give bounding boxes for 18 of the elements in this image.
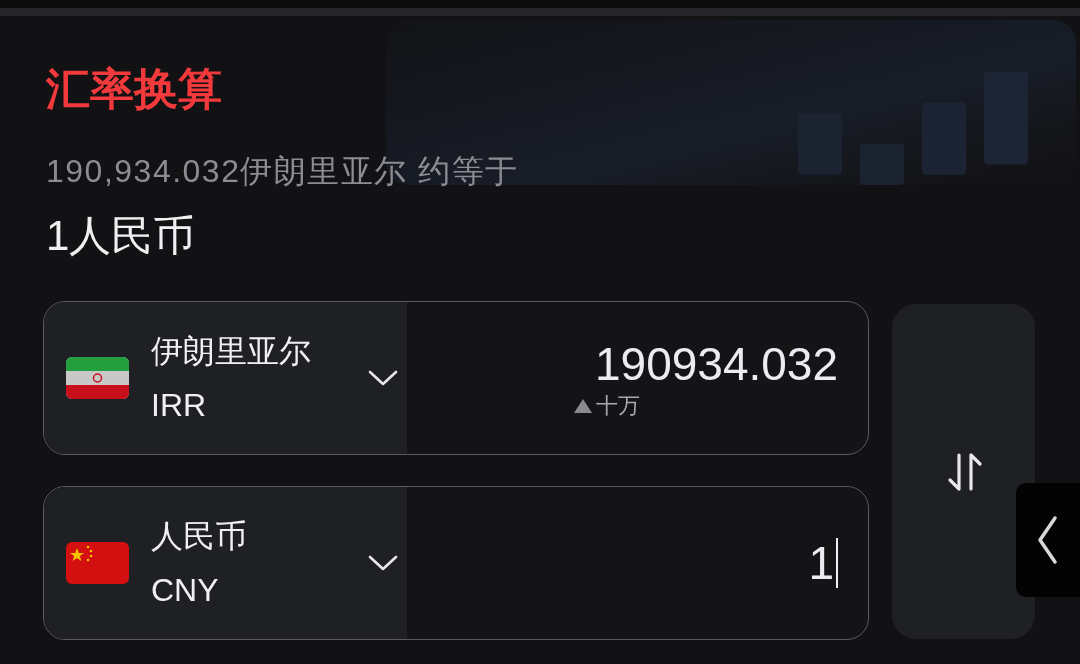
triangle-up-icon xyxy=(573,398,593,414)
currency-selector[interactable]: 伊朗里亚尔 IRR xyxy=(44,302,407,454)
page-title: 汇率换算 xyxy=(46,63,223,115)
chevron-down-icon xyxy=(368,369,398,387)
conversion-summary: 190,934.032伊朗里亚尔 约等于 xyxy=(46,152,520,191)
chevron-down-icon xyxy=(368,554,398,572)
side-panel-tab[interactable] xyxy=(1016,483,1080,597)
amount-field[interactable]: 190934.032 十万 xyxy=(407,302,868,454)
flag-icon xyxy=(66,357,129,399)
flag-icon xyxy=(66,542,129,584)
amount-value: 190934.032 xyxy=(594,337,838,392)
text-cursor xyxy=(836,538,838,588)
amount-field[interactable]: 1 xyxy=(407,487,868,639)
magnitude-hint: 十万 xyxy=(596,392,640,420)
conversion-result: 1人民币 xyxy=(46,211,197,261)
currency-selector[interactable]: 人民币 CNY xyxy=(44,487,407,639)
amount-value: 1 xyxy=(808,536,834,591)
chevron-left-icon xyxy=(1036,515,1058,565)
